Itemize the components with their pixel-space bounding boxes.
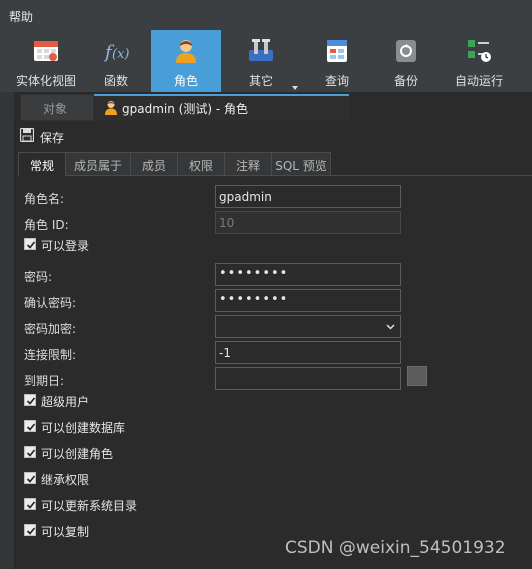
toolbar-materialized-view-button[interactable]: 实体化视图 [8,30,84,92]
document-tabs: 对象 gpadmin (测试) - 角色 [14,94,532,121]
replication-label: 可以复制 [41,525,90,539]
check-icon [26,449,36,457]
role-id-input: 10 [215,211,401,234]
toolbar-label: 其它 [248,74,273,88]
automation-icon [468,40,491,62]
toolbar-query-button[interactable]: 查询 [306,30,368,92]
tab-general-label: 常规 [29,159,54,173]
tab-members[interactable]: 成员 [130,152,178,175]
role-icon [105,101,117,115]
check-icon [26,527,36,535]
toolbar-role-button[interactable]: 角色 [151,30,221,92]
role-name-value: gpadmin [219,190,272,204]
connection-limit-value: -1 [219,346,231,360]
toolbar-automation-button[interactable]: 自动运行 [448,30,510,92]
confirm-password-value: •••••••• [219,292,289,307]
tab-member-of[interactable]: 成员属于 [65,152,131,175]
password-value: •••••••• [219,266,289,281]
role-name-label: 角色名: [24,192,65,206]
toolbar-label: 查询 [324,74,349,88]
password-input[interactable]: •••••••• [215,263,401,286]
role-name-input[interactable]: gpadmin [215,185,401,208]
tab-role-editor[interactable]: gpadmin (测试) - 角色 [94,94,349,120]
watermark: CSDN @weixin_54501932 [285,538,506,558]
editor-subtabs: 常规 成员属于 成员 权限 注释 SQL 预览 [18,152,532,176]
toolbar-label: 角色 [173,74,198,88]
checkbox-box [24,472,36,484]
tab-members-label: 成员 [141,159,166,173]
inherit-label: 继承权限 [41,473,90,487]
toolbar-label: 函数 [103,74,128,88]
check-icon [26,397,36,405]
create-role-label: 可以创建角色 [41,447,114,461]
role-id-value: 10 [219,216,235,230]
checkbox-box [24,498,36,510]
menu-help[interactable]: 帮助 [9,8,33,25]
tools-icon [249,39,273,61]
chevron-down-icon[interactable] [292,86,298,90]
toolbar-label: 备份 [393,74,418,88]
password-encryption-select[interactable] [215,315,401,338]
checkbox-box [24,238,36,250]
connection-limit-label: 连接限制: [24,348,77,362]
materialized-view-icon [34,41,58,61]
svg-text:(x): (x) [112,47,129,62]
check-icon [26,501,36,509]
editor-toolbar: 保存 [14,124,532,148]
function-icon: f (x) [103,42,129,63]
checkbox-box [24,446,36,458]
toolbar: 实体化视图 f (x) 函数 角色 其它 查询 备份 自动运行 [0,30,532,93]
left-panel-strip [0,92,15,569]
password-encryption-label: 密码加密: [24,322,77,336]
check-icon [26,241,36,249]
tab-role-editor-label: gpadmin (测试) - 角色 [122,102,248,116]
tab-comment[interactable]: 注释 [224,152,272,175]
check-icon [26,475,36,483]
confirm-password-input[interactable]: •••••••• [215,289,401,312]
toolbar-other-button[interactable]: 其它 [232,30,290,92]
menu-bar: 帮助 [0,0,532,31]
save-icon [20,128,34,142]
superuser-label: 超级用户 [41,395,90,409]
toolbar-label: 自动运行 [454,74,503,88]
tab-sql-preview[interactable]: SQL 预览 [271,152,331,175]
role-id-label: 角色 ID: [24,218,69,232]
tab-general[interactable]: 常规 [18,152,66,176]
expiry-date-label: 到期日: [24,374,65,388]
tab-comment-label: 注释 [235,159,260,173]
tab-privileges[interactable]: 权限 [177,152,225,175]
tab-objects[interactable]: 对象 [20,94,94,121]
password-label: 密码: [24,270,53,284]
toolbar-label: 实体化视图 [15,74,76,88]
chevron-down-icon [386,324,395,330]
toolbar-function-button[interactable]: f (x) 函数 [90,30,142,92]
checkbox-box [24,420,36,432]
checkbox-box [24,394,36,406]
save-label: 保存 [40,131,65,145]
connection-limit-input[interactable]: -1 [215,341,401,364]
tab-sql-preview-label: SQL 预览 [275,159,327,173]
role-icon [176,40,196,63]
date-picker-button[interactable] [407,366,427,386]
create-db-label: 可以创建数据库 [41,421,126,435]
backup-icon [396,40,416,62]
toolbar-backup-button[interactable]: 备份 [380,30,432,92]
check-icon [26,423,36,431]
confirm-password-label: 确认密码: [24,296,77,310]
update-catalog-label: 可以更新系统目录 [41,499,138,513]
tab-privileges-label: 权限 [188,159,213,173]
tab-member-of-label: 成员属于 [73,159,122,173]
tab-objects-label: 对象 [43,102,68,116]
query-icon [327,40,347,62]
checkbox-box [24,524,36,536]
can-login-label: 可以登录 [41,239,90,253]
expiry-date-input[interactable] [215,367,401,390]
